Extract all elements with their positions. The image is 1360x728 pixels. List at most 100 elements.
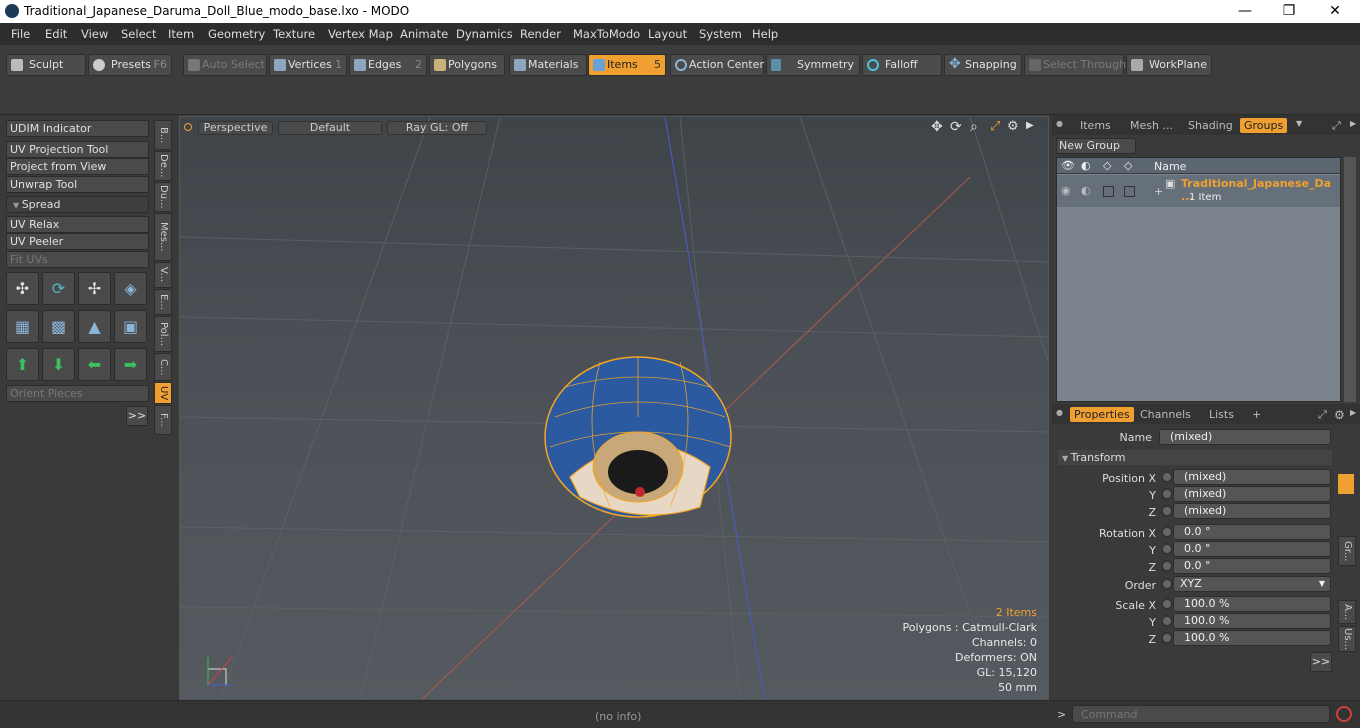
side-tab-assembly[interactable]: A...: [1338, 600, 1356, 624]
position-y-radio[interactable]: [1161, 488, 1173, 500]
move-uv-icon[interactable]: ✣: [6, 272, 39, 305]
scale-x-field[interactable]: 100.0 %: [1173, 596, 1331, 612]
vtab-uv[interactable]: UV: [154, 382, 172, 404]
menu-vertex-map[interactable]: Vertex Map: [328, 27, 393, 41]
align-right-icon[interactable]: ➡: [114, 348, 147, 381]
daruma-doll-model[interactable]: [544, 356, 732, 518]
properties-settings-icon[interactable]: ⚙: [1334, 408, 1345, 422]
scale-y-radio[interactable]: [1161, 615, 1173, 627]
action-center-button[interactable]: Action Center: [670, 54, 764, 76]
menu-select[interactable]: Select: [121, 27, 156, 41]
rotation-z-radio[interactable]: [1161, 560, 1173, 572]
uv-grid-icon[interactable]: ▩: [42, 310, 75, 343]
position-z-radio[interactable]: [1161, 505, 1173, 517]
vtab-deform[interactable]: De...: [154, 151, 172, 181]
spread-button[interactable]: ▼ Spread: [6, 196, 149, 213]
visibility-toggle-icon[interactable]: ◉: [1061, 184, 1071, 197]
menu-system[interactable]: System: [699, 27, 742, 41]
vertices-button[interactable]: Vertices 1: [269, 54, 347, 76]
items-button[interactable]: Items 5: [588, 54, 666, 76]
view-type-dropdown[interactable]: Perspective: [198, 121, 273, 135]
tab-properties[interactable]: Properties: [1070, 407, 1134, 422]
uv-sphere-icon[interactable]: ▣: [114, 310, 147, 343]
maximize-viewport-icon[interactable]: ⤢: [990, 119, 1000, 134]
align-left-icon[interactable]: ⬅: [78, 348, 111, 381]
position-z-field[interactable]: (mixed): [1173, 503, 1331, 519]
menu-edit[interactable]: Edit: [45, 27, 67, 41]
menu-animate[interactable]: Animate: [400, 27, 448, 41]
fit-uvs-button[interactable]: Fit UVs: [6, 251, 149, 268]
tab-shading[interactable]: Shading: [1188, 119, 1233, 132]
project-from-view-button[interactable]: Project from View: [6, 158, 149, 175]
position-x-field[interactable]: (mixed): [1173, 469, 1331, 485]
edges-button[interactable]: Edges 2: [349, 54, 427, 76]
3d-viewport[interactable]: Perspective Default Ray GL: Off ✥ ⟳ ⌕ ⤢ …: [179, 116, 1049, 700]
tab-channels[interactable]: Channels: [1140, 408, 1191, 421]
viewport-settings-icon[interactable]: ⚙: [1007, 119, 1019, 134]
symmetry-button[interactable]: Symmetry: [766, 54, 860, 76]
zoom-icon[interactable]: ⌕: [970, 119, 978, 135]
viewport-menu-icon[interactable]: [184, 123, 192, 131]
align-up-icon[interactable]: ⬆: [6, 348, 39, 381]
tab-dropdown-icon[interactable]: ▼: [1296, 119, 1302, 128]
rotation-y-radio[interactable]: [1161, 543, 1173, 555]
workplane-button[interactable]: WorkPlane: [1126, 54, 1212, 76]
scale-z-radio[interactable]: [1161, 632, 1173, 644]
orient-pieces-button[interactable]: Orient Pieces: [6, 385, 149, 402]
groups-scrollbar[interactable]: [1344, 157, 1356, 402]
polygons-button[interactable]: Polygons: [429, 54, 505, 76]
uv-warp-icon[interactable]: ▦: [6, 310, 39, 343]
vtab-curve[interactable]: C...: [154, 353, 172, 381]
select-checkbox[interactable]: [1124, 186, 1135, 197]
vtab-vertex[interactable]: V...: [154, 262, 172, 288]
uv-perspective-icon[interactable]: ▲: [78, 310, 111, 343]
transform-section[interactable]: ▼ Transform: [1058, 450, 1332, 465]
auto-select-button[interactable]: Auto Select: [183, 54, 267, 76]
align-down-icon[interactable]: ⬇: [42, 348, 75, 381]
expand-icon[interactable]: +: [1154, 185, 1163, 198]
side-tab-active[interactable]: [1338, 474, 1354, 494]
properties-arrow-icon[interactable]: ▶: [1350, 408, 1356, 417]
sculpt-button[interactable]: Sculpt: [6, 54, 86, 76]
vtab-polygon[interactable]: Pol...: [154, 316, 172, 352]
materials-button[interactable]: Materials: [509, 54, 587, 76]
more-tools-button[interactable]: >>: [126, 406, 148, 426]
order-dropdown[interactable]: XYZ ▼: [1173, 576, 1331, 592]
render-toggle-icon[interactable]: ◐: [1081, 184, 1091, 197]
panel-arrow-icon[interactable]: ▶: [1350, 119, 1356, 128]
command-input[interactable]: [1072, 705, 1330, 723]
scale-y-field[interactable]: 100.0 %: [1173, 613, 1331, 629]
menu-file[interactable]: File: [11, 27, 30, 41]
lock-checkbox[interactable]: [1103, 186, 1114, 197]
maximize-panel-icon[interactable]: ⤢: [1332, 119, 1341, 133]
uv-box-icon[interactable]: ◈: [114, 272, 147, 305]
orbit-icon[interactable]: ⟳: [950, 119, 962, 135]
side-tab-user[interactable]: Us...: [1338, 626, 1356, 652]
unwrap-tool-button[interactable]: Unwrap Tool: [6, 176, 149, 193]
uv-relax-button[interactable]: UV Relax: [6, 216, 149, 233]
properties-menu-icon[interactable]: ●: [1056, 408, 1063, 417]
menu-view[interactable]: View: [81, 27, 108, 41]
rotation-x-radio[interactable]: [1161, 526, 1173, 538]
presets-button[interactable]: Presets F6: [88, 54, 172, 76]
vtab-basic[interactable]: B...: [154, 120, 172, 150]
tab-mesh[interactable]: Mesh ...: [1130, 119, 1173, 132]
menu-layout[interactable]: Layout: [648, 27, 687, 41]
rotation-x-field[interactable]: 0.0 °: [1173, 524, 1331, 540]
vtab-fusion[interactable]: F...: [154, 405, 172, 435]
select-through-button[interactable]: Select Through: [1024, 54, 1126, 76]
tab-lists[interactable]: Lists: [1209, 408, 1234, 421]
menu-maxtomodo[interactable]: MaxToModo: [573, 27, 640, 41]
viewport-options-arrow-icon[interactable]: ▶: [1026, 120, 1034, 131]
maximize-properties-icon[interactable]: ⤢: [1318, 408, 1327, 422]
properties-more-button[interactable]: >>: [1310, 652, 1332, 672]
menu-render[interactable]: Render: [520, 27, 561, 41]
vtab-edge[interactable]: E...: [154, 289, 172, 315]
uv-peeler-button[interactable]: UV Peeler: [6, 233, 149, 250]
tab-groups[interactable]: Groups: [1240, 118, 1288, 133]
record-icon[interactable]: [1336, 706, 1352, 722]
scale-z-field[interactable]: 100.0 %: [1173, 630, 1331, 646]
rotation-y-field[interactable]: 0.0 °: [1173, 541, 1331, 557]
add-tab-button[interactable]: +: [1252, 408, 1261, 421]
name-field[interactable]: (mixed): [1159, 429, 1331, 445]
